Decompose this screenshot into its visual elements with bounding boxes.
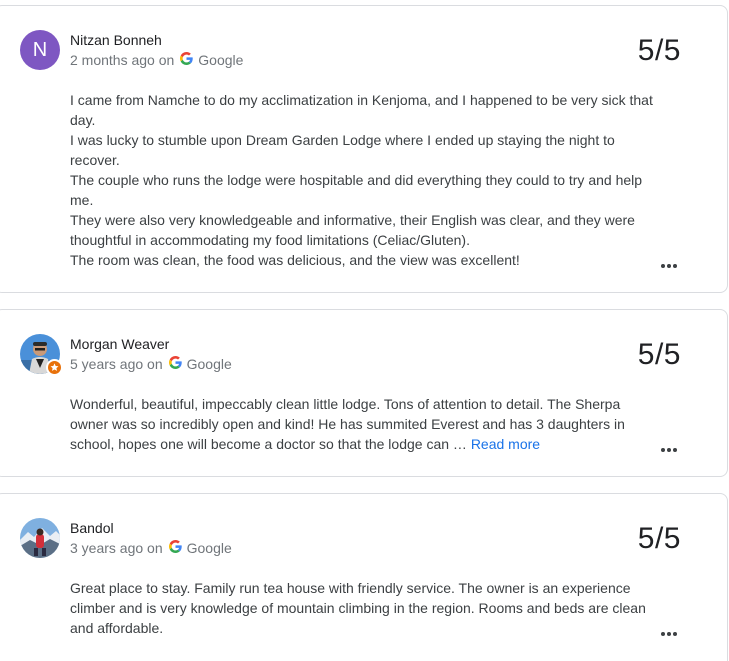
google-icon: [180, 52, 194, 68]
review-text: Wonderful, beautiful, impeccably clean l…: [70, 394, 660, 454]
reviewer-name[interactable]: Nitzan Bonneh: [70, 32, 162, 48]
review-paragraph: The room was clean, the food was delicio…: [70, 252, 520, 268]
reviewer-avatar[interactable]: [20, 518, 60, 558]
review-body: Wonderful, beautiful, impeccably clean l…: [70, 396, 625, 452]
review-source: Google: [198, 52, 244, 68]
review-text: I came from Namche to do my acclimatizat…: [70, 90, 660, 270]
more-horiz-icon[interactable]: [661, 443, 681, 457]
local-guide-star-icon: [46, 359, 63, 376]
review-time: 2 months ago on: [70, 52, 175, 68]
review-paragraph: They were also very knowledgeable and in…: [70, 212, 635, 248]
review-card: N Nitzan Bonneh 2 months ago on Google 5…: [0, 5, 728, 293]
review-paragraph: I was lucky to stumble upon Dream Garden…: [70, 132, 615, 168]
review-rating: 5/5: [637, 34, 681, 67]
review-source: Google: [186, 540, 232, 556]
review-rating: 5/5: [637, 338, 681, 371]
reviewer-avatar[interactable]: N: [20, 30, 60, 70]
google-icon: [168, 356, 182, 372]
review-meta: 2 months ago on Google: [70, 52, 243, 68]
review-body: Great place to stay. Family run tea hous…: [70, 580, 646, 636]
review-paragraph: I came from Namche to do my acclimatizat…: [70, 92, 653, 128]
review-card: Morgan Weaver 5 years ago on Google 5/5 …: [0, 309, 728, 477]
read-more-link[interactable]: Read more: [471, 436, 540, 452]
review-card: Bandol 3 years ago on Google 5/5 Great p…: [0, 493, 728, 661]
avatar-letter: N: [32, 39, 48, 61]
review-source: Google: [186, 356, 232, 372]
review-text: Great place to stay. Family run tea hous…: [70, 578, 660, 638]
review-time: 3 years ago on: [70, 540, 163, 556]
review-rating: 5/5: [637, 522, 681, 555]
review-paragraph: The couple who runs the lodge were hospi…: [70, 172, 643, 208]
review-meta: 5 years ago on Google: [70, 356, 232, 372]
google-icon: [168, 540, 182, 556]
more-horiz-icon[interactable]: [661, 627, 681, 641]
review-meta: 3 years ago on Google: [70, 540, 232, 556]
more-horiz-icon[interactable]: [661, 259, 681, 273]
review-time: 5 years ago on: [70, 356, 163, 372]
reviewer-avatar[interactable]: [20, 334, 63, 376]
profile-photo: [20, 518, 60, 558]
reviewer-name[interactable]: Bandol: [70, 520, 114, 536]
reviewer-name[interactable]: Morgan Weaver: [70, 336, 169, 352]
reviews-feed: N Nitzan Bonneh 2 months ago on Google 5…: [0, 0, 729, 661]
